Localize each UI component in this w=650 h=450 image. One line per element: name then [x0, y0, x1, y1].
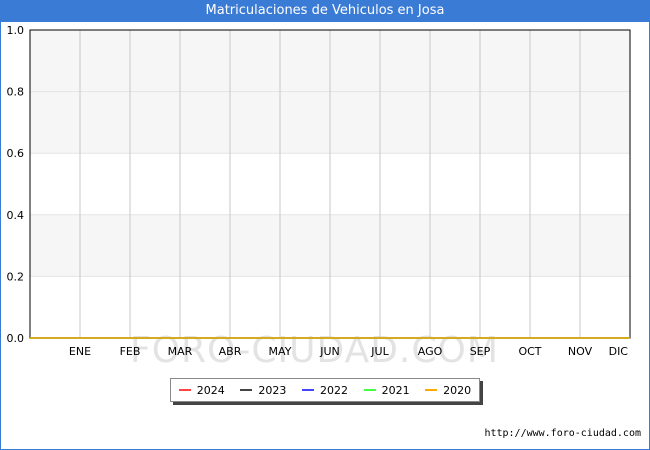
legend-item-2020: 2020 — [425, 384, 471, 397]
y-tick-label: 0.8 — [7, 86, 25, 99]
legend-item-2022: 2022 — [301, 383, 348, 397]
legend-item-2021: 2021 — [363, 383, 410, 397]
legend-label-2020: 2020 — [443, 383, 472, 397]
x-tick-label: OCT — [518, 345, 541, 358]
x-tick-label: MAY — [269, 345, 292, 358]
footer-url: http://www.foro-ciudad.com — [484, 428, 641, 439]
x-tick-label: DIC — [609, 345, 629, 358]
y-tick-label: 1.0 — [7, 24, 25, 37]
x-tick-label: NOV — [568, 345, 593, 358]
legend-swatch-2021 — [363, 389, 376, 391]
legend-swatch-2023 — [240, 389, 253, 391]
x-tick-label: MAR — [168, 345, 193, 358]
x-tick-label: JUL — [370, 345, 389, 358]
legend-label-2021: 2021 — [381, 383, 410, 397]
x-tick-label: ENE — [69, 345, 91, 358]
x-tick-label: AGO — [418, 345, 443, 358]
x-tick-label: ABR — [219, 345, 242, 358]
x-tick-label: SEP — [470, 345, 491, 358]
y-tick-label: 0.0 — [7, 332, 25, 345]
x-tick-label: FEB — [120, 345, 141, 358]
legend-swatch-2020 — [425, 389, 438, 391]
legend-swatch-2024 — [178, 389, 191, 391]
legend-item-2024: 2024 — [178, 383, 225, 397]
legend-label-2024: 2024 — [196, 383, 225, 397]
y-tick-label: 0.2 — [7, 270, 25, 283]
x-tick-label: JUN — [319, 345, 340, 358]
legend: 2024 2023 2022 2021 2020 — [170, 378, 480, 402]
legend-swatch-2022 — [301, 389, 314, 391]
legend-label-2022: 2022 — [319, 383, 348, 397]
legend-label-2023: 2023 — [258, 383, 287, 397]
legend-item-2023: 2023 — [240, 384, 286, 397]
y-tick-label: 0.6 — [7, 147, 25, 160]
y-tick-label: 0.4 — [7, 209, 25, 222]
